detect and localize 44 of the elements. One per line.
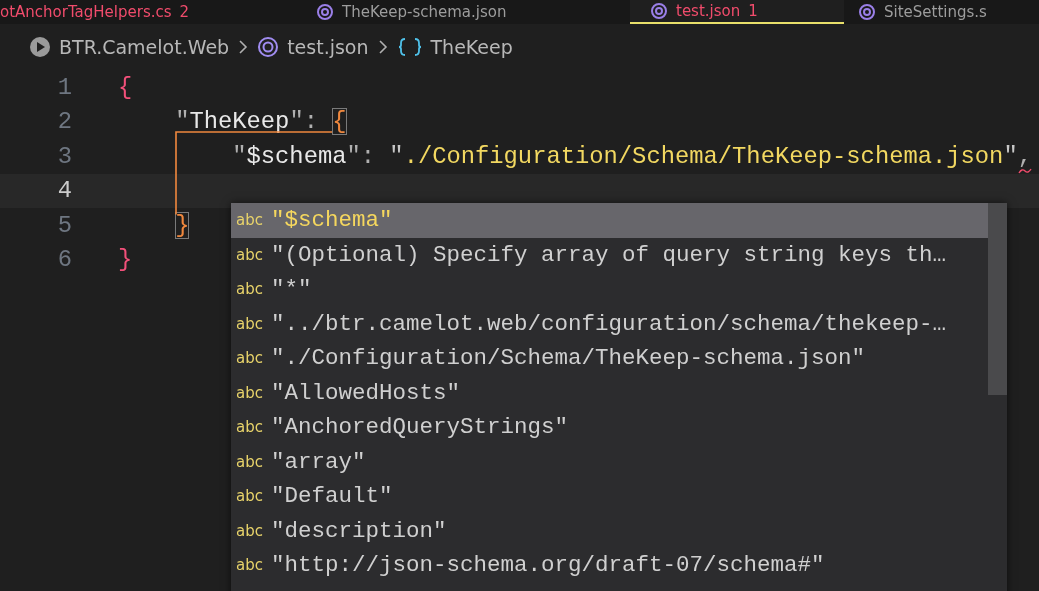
brace: } xyxy=(118,246,133,274)
suggestion-item[interactable]: abc "description" xyxy=(231,513,988,548)
punctuation: : xyxy=(360,142,377,170)
punctuation: : xyxy=(303,108,319,136)
breadcrumb-item[interactable]: test.json xyxy=(287,36,369,58)
line-number: 3 xyxy=(56,142,72,170)
suggestion-item[interactable]: abc "$schema" xyxy=(231,203,988,238)
suggestion-item[interactable]: abc "http://json-schema.org/draft-07/schema#" xyxy=(231,548,988,583)
suggestion-item[interactable]: abc "*" xyxy=(231,272,988,307)
line-number: 2 xyxy=(56,108,72,136)
suggestion-item[interactable]: abc "Default" xyxy=(231,479,988,514)
brace: { xyxy=(118,73,133,101)
suggestion-item[interactable]: abc "../btr.camelot.web/configuration/schema/thekeep-… xyxy=(231,306,988,341)
scrollbar-thumb[interactable] xyxy=(988,203,1007,395)
chevron-right-icon xyxy=(237,38,250,56)
breadcrumb-item[interactable]: TheKeep xyxy=(430,36,513,58)
brace: { xyxy=(332,108,347,136)
line-number: 1 xyxy=(56,73,72,101)
chevron-right-icon xyxy=(376,38,389,56)
suggestion-item[interactable]: abc "array" xyxy=(231,444,988,479)
line-number: 4 xyxy=(56,177,72,205)
line-number: 6 xyxy=(56,246,72,274)
braces-icon xyxy=(396,36,423,58)
play-icon xyxy=(29,36,51,58)
suggestion-item[interactable]: abc "AnchoredQueryStrings" xyxy=(231,410,988,445)
file-icon xyxy=(650,2,668,20)
json-key: "TheKeep" xyxy=(175,108,304,136)
line-number: 5 xyxy=(56,211,72,239)
editor-tab[interactable]: SiteSettings.s xyxy=(844,0,1001,24)
punctuation: , xyxy=(1017,142,1032,170)
file-icon xyxy=(257,36,280,58)
brace: } xyxy=(175,211,190,239)
json-string: "./Configuration/Schema/TheKeep-schema.json" xyxy=(389,142,1018,170)
suggestion-item[interactable]: abc "(Optional) Specify array of query string keys th… xyxy=(231,237,988,272)
suggestion-item[interactable]: abc "AllowedHosts" xyxy=(231,375,988,410)
breadcrumb-item[interactable]: BTR.Camelot.Web xyxy=(59,36,230,58)
file-icon xyxy=(316,3,334,21)
file-icon xyxy=(858,3,876,21)
editor-tab[interactable]: test.json 1 xyxy=(630,0,844,24)
suggestion-item[interactable]: abc "./Configuration/Schema/TheKeep-schema.json" xyxy=(231,341,988,376)
error-squiggle xyxy=(1017,167,1032,174)
json-key: "$schema" xyxy=(232,142,361,170)
editor-tab[interactable]: otAnchorTagHelpers.cs 2 xyxy=(0,0,310,24)
editor-tab[interactable]: TheKeep-schema.json xyxy=(310,0,630,24)
